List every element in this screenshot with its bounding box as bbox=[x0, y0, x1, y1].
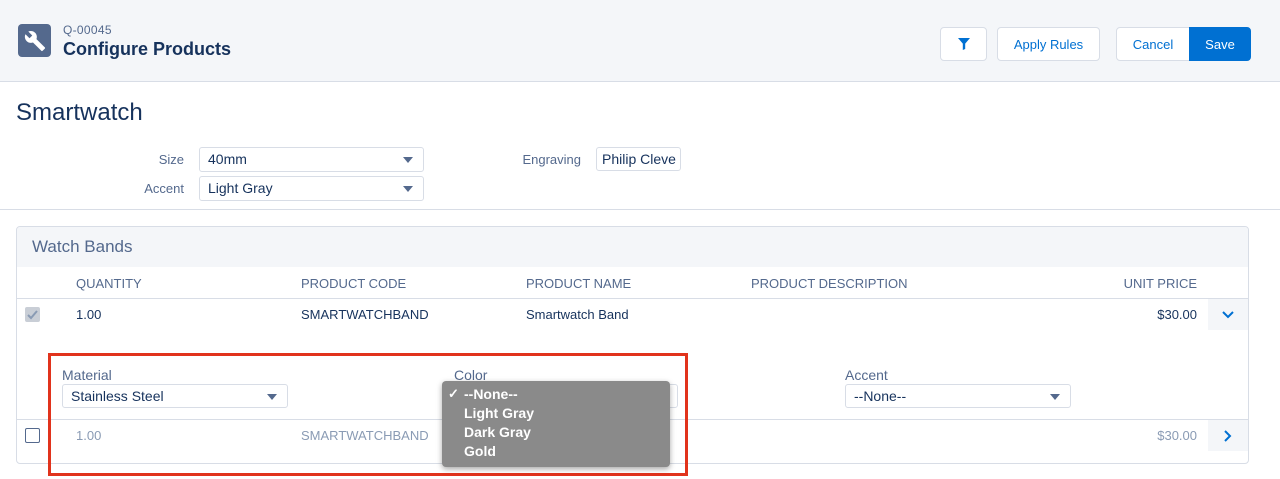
dropdown-option-gold[interactable]: Gold bbox=[442, 443, 670, 462]
cell-product-name: Smartwatch Band bbox=[526, 307, 629, 322]
wrench-icon bbox=[18, 24, 51, 57]
chevron-right-icon bbox=[1224, 429, 1232, 442]
row-checkbox[interactable] bbox=[25, 307, 40, 322]
page-title: Configure Products bbox=[63, 39, 232, 59]
check-icon bbox=[27, 310, 38, 320]
column-header-product-code: PRODUCT CODE bbox=[301, 276, 407, 291]
column-header-product-description: PRODUCT DESCRIPTION bbox=[751, 276, 908, 291]
table-row: 1.00 SMARTWATCHBAND Smartwatch Band $30.… bbox=[17, 298, 1248, 330]
dropdown-option-none[interactable]: ✓ --None-- bbox=[442, 386, 670, 405]
chevron-down-icon bbox=[1222, 310, 1234, 318]
panel-title: Watch Bands bbox=[32, 237, 133, 256]
quote-number: Q-00045 bbox=[63, 23, 112, 37]
chevron-down-icon bbox=[403, 157, 413, 163]
size-value: 40mm bbox=[208, 151, 247, 167]
cell-unit-price: $30.00 bbox=[1157, 307, 1197, 322]
filter-button[interactable] bbox=[940, 27, 987, 61]
cell-unit-price: $30.00 bbox=[1157, 428, 1197, 443]
accent-label: Accent bbox=[144, 181, 184, 196]
size-select[interactable]: 40mm bbox=[199, 147, 424, 172]
save-button[interactable]: Save bbox=[1189, 27, 1251, 61]
engraving-input[interactable]: Philip Cleve bbox=[596, 147, 681, 171]
size-label: Size bbox=[158, 152, 184, 167]
check-icon: ✓ bbox=[448, 386, 459, 401]
cancel-button[interactable]: Cancel bbox=[1116, 27, 1190, 61]
section-divider bbox=[0, 209, 1280, 210]
color-dropdown-menu: ✓ --None-- Light Gray Dark Gray Gold bbox=[442, 381, 670, 467]
accent-select[interactable]: Light Gray bbox=[199, 176, 424, 201]
accent-value: Light Gray bbox=[208, 180, 273, 196]
column-header-unit-price: UNIT PRICE bbox=[1123, 276, 1197, 291]
column-header-product-name: PRODUCT NAME bbox=[526, 276, 632, 291]
row-checkbox[interactable] bbox=[25, 428, 40, 443]
dropdown-option-dark-gray[interactable]: Dark Gray bbox=[442, 424, 670, 443]
accent-config-select[interactable]: --None-- bbox=[845, 384, 1071, 408]
column-header-quantity: QUANTITY bbox=[76, 276, 142, 291]
product-title: Smartwatch bbox=[16, 99, 143, 126]
accent-config-value: --None-- bbox=[854, 388, 907, 404]
chevron-down-icon bbox=[1050, 394, 1060, 400]
engraving-label: Engraving bbox=[522, 152, 581, 167]
dropdown-option-light-gray[interactable]: Light Gray bbox=[442, 405, 670, 424]
panel-header: Watch Bands bbox=[17, 227, 1248, 267]
chevron-down-icon bbox=[403, 186, 413, 192]
accent-config-label: Accent bbox=[845, 367, 888, 383]
apply-rules-button[interactable]: Apply Rules bbox=[997, 27, 1100, 61]
row-expand-button[interactable] bbox=[1208, 420, 1248, 451]
cell-product-code: SMARTWATCHBAND bbox=[301, 307, 429, 322]
row-collapse-button[interactable] bbox=[1208, 299, 1248, 330]
filter-icon bbox=[957, 38, 970, 50]
cell-quantity: 1.00 bbox=[76, 307, 102, 322]
page-header: Q-00045 Configure Products Apply Rules C… bbox=[0, 0, 1280, 82]
